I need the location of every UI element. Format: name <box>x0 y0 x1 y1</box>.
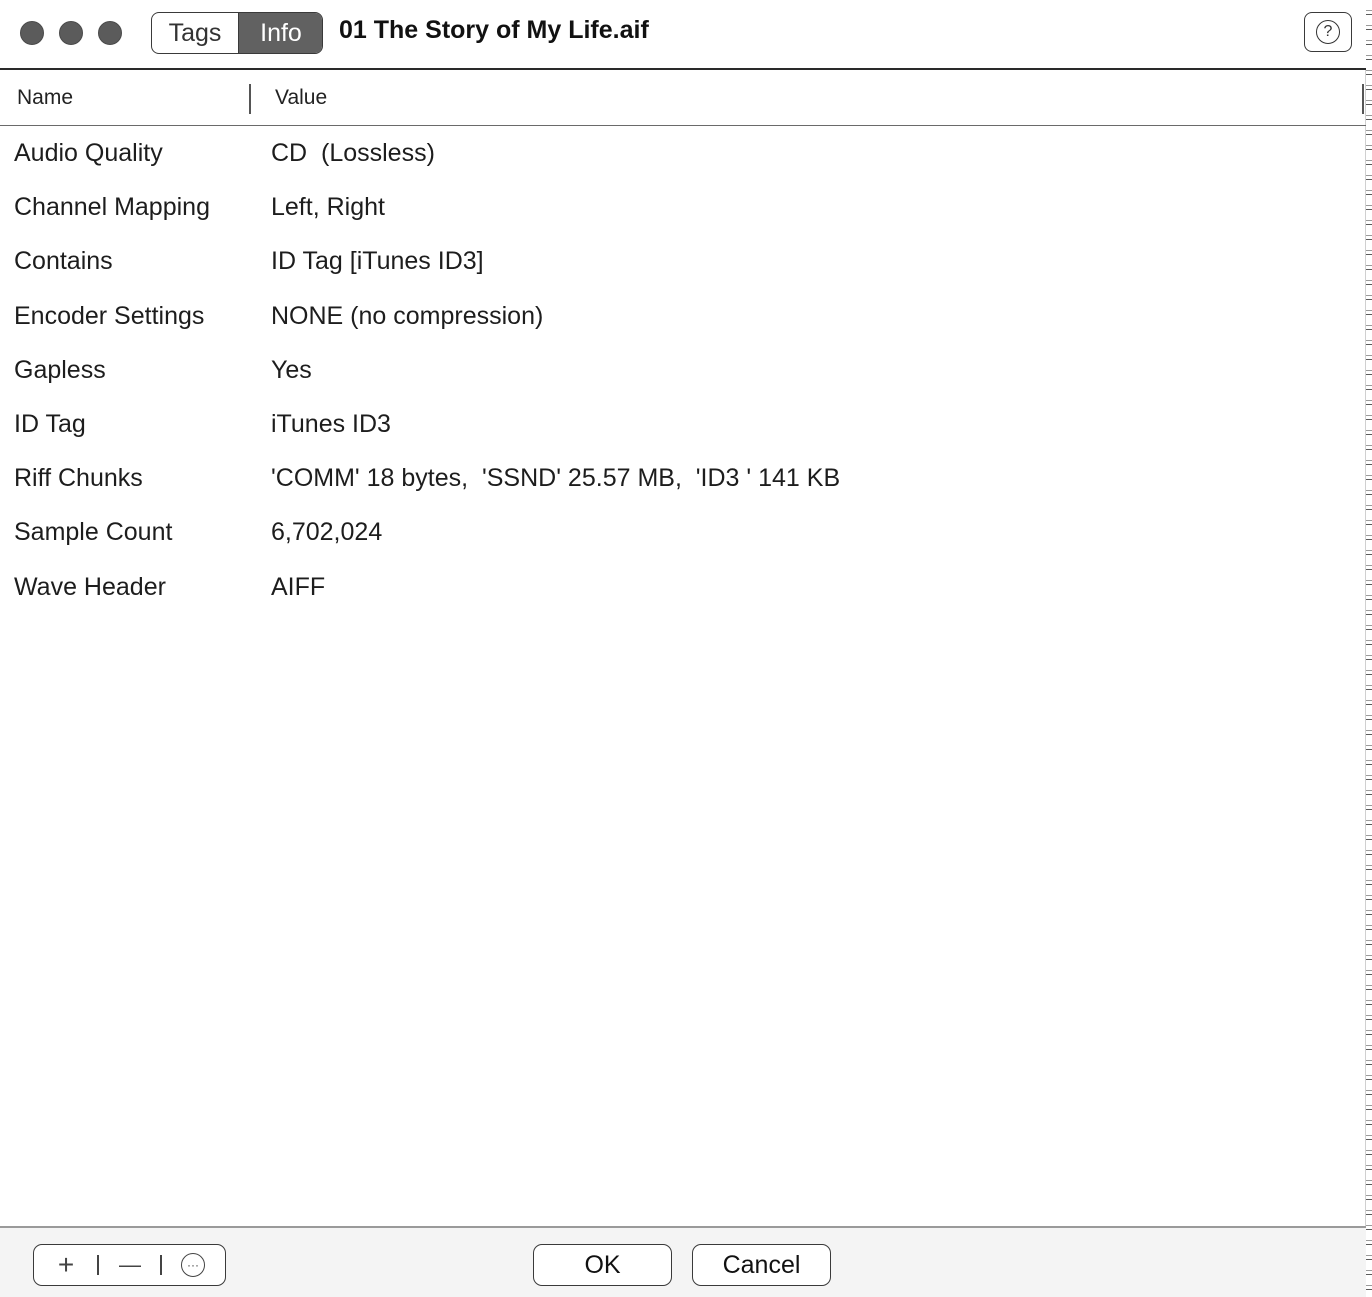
column-header-value[interactable]: Value <box>275 86 327 110</box>
cancel-button[interactable]: Cancel <box>692 1244 831 1286</box>
more-actions-button[interactable]: ··· <box>163 1245 223 1284</box>
table-row[interactable]: Audio Quality CD (Lossless) <box>0 127 1366 181</box>
table-row[interactable]: Channel Mapping Left, Right <box>0 181 1366 235</box>
row-tools-group: + — ··· <box>33 1244 226 1286</box>
table-row[interactable]: Contains ID Tag [iTunes ID3] <box>0 235 1366 289</box>
table-row[interactable]: Riff Chunks 'COMM' 18 bytes, 'SSND' 25.5… <box>0 452 1366 506</box>
row-value: NONE (no compression) <box>271 301 544 330</box>
column-header-name[interactable]: Name <box>17 86 73 110</box>
ok-button[interactable]: OK <box>533 1244 672 1286</box>
minus-icon: — <box>119 1251 141 1277</box>
table-row[interactable]: Gapless Yes <box>0 344 1366 398</box>
row-value: AIFF <box>271 572 326 601</box>
row-name: Sample Count <box>14 518 173 547</box>
row-name: Audio Quality <box>14 139 163 167</box>
column-divider-end[interactable] <box>1362 84 1364 114</box>
tab-tags[interactable]: Tags <box>152 13 238 53</box>
row-name: Channel Mapping <box>14 193 210 222</box>
row-value: Left, Right <box>271 193 385 222</box>
row-name: Riff Chunks <box>14 464 143 493</box>
add-row-button[interactable]: + <box>36 1245 96 1284</box>
row-name: ID Tag <box>14 409 86 438</box>
more-icon: ··· <box>181 1252 205 1277</box>
zoom-traffic-icon[interactable] <box>98 21 122 45</box>
row-value: 6,702,024 <box>271 518 383 547</box>
row-value: ID Tag [iTunes ID3] <box>271 247 484 276</box>
row-value: iTunes ID3 <box>271 409 391 438</box>
help-icon: ? <box>1316 20 1340 44</box>
row-value: 'COMM' 18 bytes, 'SSND' 25.57 MB, 'ID3 '… <box>271 464 841 493</box>
column-divider[interactable] <box>249 84 251 114</box>
minimize-traffic-icon[interactable] <box>59 21 83 45</box>
close-traffic-icon[interactable] <box>20 21 44 45</box>
footer-bar: + — ··· OK Cancel <box>0 1226 1366 1297</box>
tool-divider <box>160 1255 162 1275</box>
plus-icon: + <box>57 1248 75 1280</box>
table-row[interactable]: ID Tag iTunes ID3 <box>0 398 1366 452</box>
table-row[interactable]: Sample Count 6,702,024 <box>0 506 1366 560</box>
tab-info[interactable]: Info <box>238 13 322 53</box>
row-name: Gapless <box>14 355 106 384</box>
tags-info-segmented-control: Tags Info <box>151 12 323 54</box>
table-row[interactable]: Encoder Settings NONE (no compression) <box>0 290 1366 344</box>
row-name: Contains <box>14 247 113 276</box>
window-edge-decoration <box>1366 0 1372 1297</box>
title-bar: Tags Info 01 The Story of My Life.aif ? <box>0 0 1366 70</box>
row-name: Wave Header <box>14 572 166 601</box>
row-value: CD (Lossless) <box>271 139 435 167</box>
window-title: 01 The Story of My Life.aif <box>339 16 649 44</box>
tool-divider <box>97 1255 99 1275</box>
row-value: Yes <box>271 355 312 384</box>
table-row[interactable]: Wave Header AIFF <box>0 561 1366 615</box>
row-name: Encoder Settings <box>14 301 205 330</box>
info-window: Tags Info 01 The Story of My Life.aif ? … <box>0 0 1366 1297</box>
remove-row-button[interactable]: — <box>100 1245 160 1284</box>
help-button[interactable]: ? <box>1304 12 1352 52</box>
info-table: Audio Quality CD (Lossless) Channel Mapp… <box>0 127 1366 615</box>
table-header: Name Value <box>0 72 1366 126</box>
